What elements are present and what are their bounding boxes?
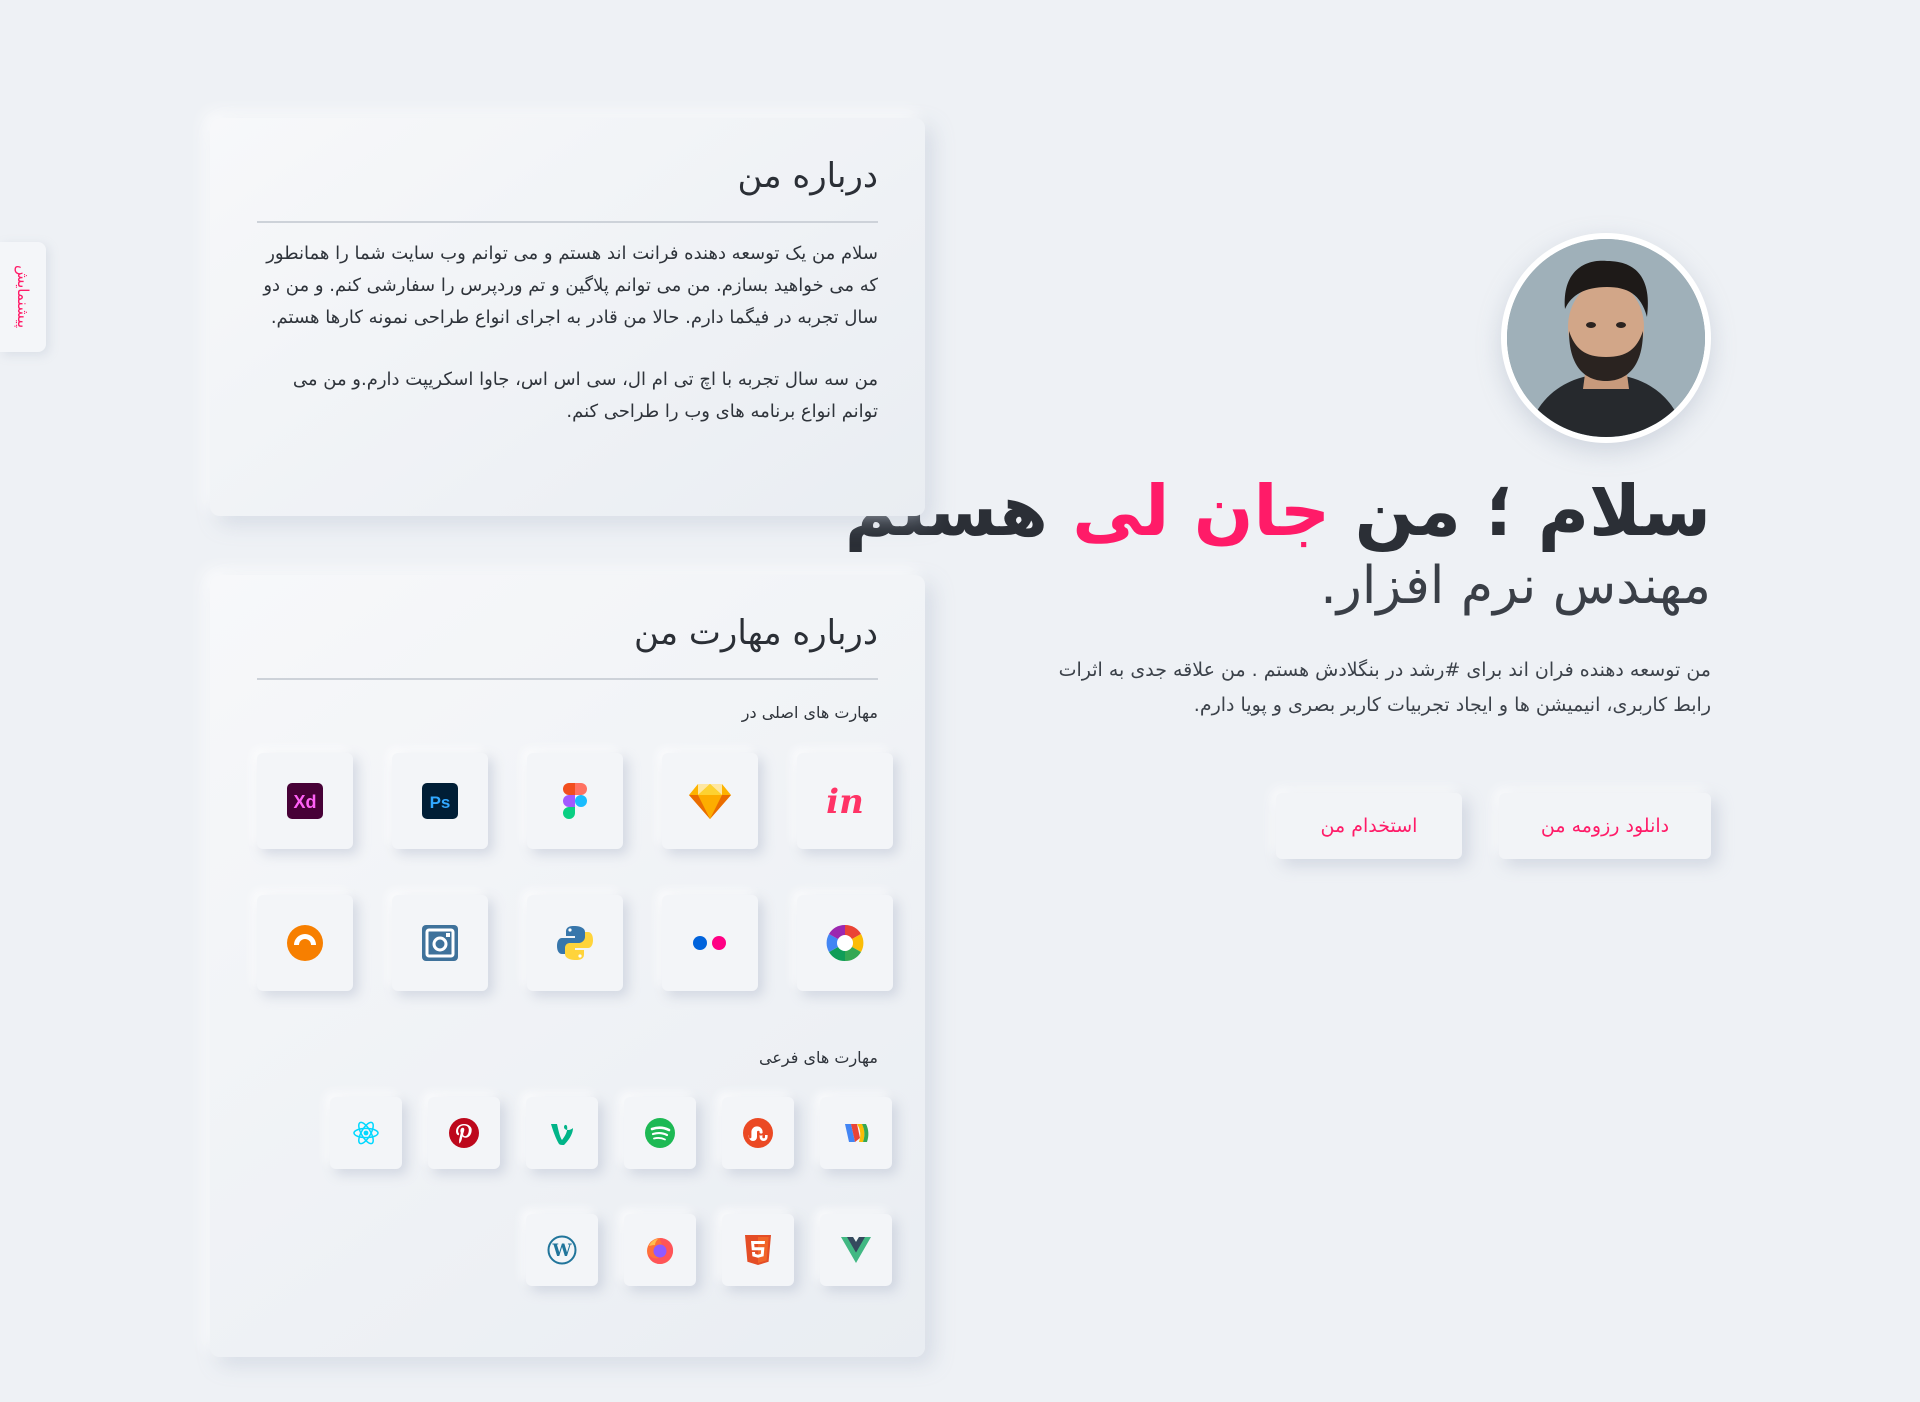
hire-me-button[interactable]: استخدام من [1276, 793, 1462, 859]
skill-tile-spotify[interactable] [624, 1097, 696, 1169]
skill-tile-python[interactable] [527, 895, 623, 991]
adobe-xd-icon: Xd [287, 783, 323, 819]
svg-text:in: in [826, 783, 864, 819]
sub-skills-grid-row1 [330, 1097, 970, 1169]
skill-tile-photoshop[interactable]: Ps [392, 753, 488, 849]
skill-tile-firefox[interactable] [624, 1214, 696, 1286]
about-paragraph-2: من سه سال تجربه با اچ تی ام ال، سی اس اس… [292, 369, 878, 422]
firefox-icon [647, 1238, 674, 1264]
side-tab-preview[interactable]: پیشنمایش [0, 242, 46, 352]
skill-tile-grooveshark[interactable] [257, 895, 353, 991]
skill-tile-stumbleupon[interactable] [722, 1097, 794, 1169]
skills-divider [257, 678, 878, 680]
skill-tile-flickr[interactable] [662, 895, 758, 991]
google-wallet-icon [845, 1124, 869, 1142]
instagram-icon [422, 925, 458, 961]
svg-text:W: W [551, 1241, 572, 1261]
skills-title: درباره مهارت من [634, 613, 878, 653]
skill-tile-figma[interactable] [527, 753, 623, 849]
python-icon [557, 926, 593, 960]
skill-tile-vue[interactable] [820, 1214, 892, 1286]
sub-skills-grid-row2: W [526, 1214, 1166, 1286]
picasa-icon [826, 924, 864, 962]
svg-text:Xd: Xd [293, 792, 316, 812]
grooveshark-icon [287, 925, 323, 961]
download-resume-button[interactable]: دانلود رزومه من [1499, 793, 1711, 859]
html5-icon [745, 1235, 771, 1265]
vine-icon [551, 1124, 573, 1145]
vuejs-icon [841, 1237, 871, 1263]
figma-icon [563, 783, 587, 819]
hero-title: سلام ؛ من جان لی هستم [845, 473, 1711, 550]
spotify-icon [645, 1118, 675, 1148]
about-card: درباره من سلام من یک توسعه دهنده فرانت ا… [210, 118, 925, 516]
main-skills-grid: Xd Ps in [257, 753, 897, 991]
sketch-icon [689, 784, 731, 819]
react-icon [353, 1121, 379, 1145]
hero-title-name: جان لی [1072, 470, 1331, 552]
about-divider [257, 221, 878, 223]
pinterest-icon [449, 1118, 479, 1148]
avatar [1507, 239, 1705, 437]
wordpress-icon: W [547, 1235, 577, 1265]
skill-tile-invision[interactable]: in [797, 753, 893, 849]
invision-icon: in [826, 783, 864, 819]
skill-tile-pinterest[interactable] [428, 1097, 500, 1169]
skill-tile-html5[interactable] [722, 1214, 794, 1286]
skills-card: درباره مهارت من مهارت های اصلی در Xd Ps [210, 575, 925, 1357]
skill-tile-sketch[interactable] [662, 753, 758, 849]
hero-description: من توسعه دهنده فران اند برای #رشد در بنگ… [1058, 659, 1711, 716]
skill-tile-google-wallet[interactable] [820, 1097, 892, 1169]
photoshop-icon: Ps [422, 783, 458, 819]
skill-tile-react[interactable] [330, 1097, 402, 1169]
hero-title-greeting: سلام ؛ من [1330, 470, 1711, 552]
stumbleupon-icon [743, 1118, 773, 1148]
about-title: درباره من [737, 156, 878, 196]
svg-text:Ps: Ps [430, 793, 451, 812]
avatar-frame [1501, 233, 1711, 443]
side-tab-label: پیشنمایش [14, 265, 32, 329]
skill-tile-vine[interactable] [526, 1097, 598, 1169]
sub-skills-label: مهارت های فرعی [759, 1048, 878, 1067]
about-text: سلام من یک توسعه دهنده فرانت اند هستم و … [258, 238, 878, 428]
profile-photo-icon [1507, 239, 1705, 437]
skill-tile-wordpress[interactable]: W [526, 1214, 598, 1286]
skill-tile-picasa[interactable] [797, 895, 893, 991]
hero-subtitle: مهندس نرم افزار. [1320, 556, 1711, 616]
about-paragraph-1: سلام من یک توسعه دهنده فرانت اند هستم و … [263, 243, 878, 328]
flickr-icon [693, 936, 726, 950]
skill-tile-instagram[interactable] [392, 895, 488, 991]
skill-tile-xd[interactable]: Xd [257, 753, 353, 849]
main-skills-label: مهارت های اصلی در [741, 703, 878, 722]
